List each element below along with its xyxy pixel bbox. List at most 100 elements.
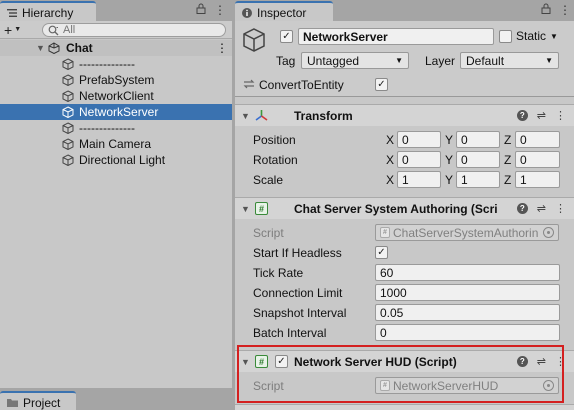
scale-y-input[interactable]: 1: [456, 171, 500, 188]
object-picker-icon[interactable]: [543, 380, 554, 391]
help-icon[interactable]: ?: [516, 110, 528, 121]
scale-label: Scale: [253, 173, 284, 187]
create-button-label: +: [4, 21, 13, 38]
chevron-down-icon: ▼: [545, 56, 553, 65]
scale-x-input[interactable]: 1: [397, 171, 441, 188]
hierarchy-item-label: --------------: [79, 57, 135, 71]
connection-limit-input[interactable]: 1000: [375, 284, 560, 301]
object-picker-icon[interactable]: [543, 227, 554, 238]
script-file-icon: #: [380, 227, 390, 238]
hierarchy-item[interactable]: NetworkServer: [0, 104, 232, 120]
axis-label-y[interactable]: Y: [445, 133, 453, 147]
active-checkbox[interactable]: ✓: [280, 30, 293, 43]
kebab-menu-icon[interactable]: ⋮: [555, 109, 566, 122]
hierarchy-item[interactable]: NetworkClient: [0, 88, 232, 104]
tag-value: Untagged: [307, 53, 360, 68]
project-tab[interactable]: Project: [0, 391, 76, 410]
hierarchy-search[interactable]: [42, 23, 226, 37]
snapshot-interval-input[interactable]: 0.05: [375, 304, 560, 321]
static-label: Static: [516, 29, 547, 43]
tick-rate-input[interactable]: 60: [375, 264, 560, 281]
rotation-z-input[interactable]: 0: [515, 151, 560, 168]
axis-label-x[interactable]: X: [386, 173, 394, 187]
tag-dropdown[interactable]: Untagged ▼: [301, 52, 409, 69]
chevron-down-icon[interactable]: ▼: [550, 32, 558, 41]
scale-z-input[interactable]: 1: [515, 171, 560, 188]
server-hud-title: Network Server HUD (Script): [294, 354, 457, 369]
search-input[interactable]: [63, 24, 213, 36]
chat-server-script-field: # ChatServerSystemAuthorin: [375, 224, 559, 241]
chat-server-header[interactable]: ▼ # Chat Server System Authoring (Scri ?…: [235, 197, 574, 219]
transform-header[interactable]: ▼ Transform ? ⇌ ⋮: [235, 104, 574, 126]
hierarchy-item-label: NetworkServer: [79, 105, 159, 119]
kebab-menu-icon[interactable]: ⋮: [214, 3, 226, 17]
layer-dropdown[interactable]: Default ▼: [460, 52, 559, 69]
scene-row-chat[interactable]: ▼ Chat ⋮: [0, 40, 232, 56]
axis-label-z[interactable]: Z: [504, 133, 511, 147]
hierarchy-item-label: NetworkClient: [79, 89, 154, 103]
inspector-tab-label: Inspector: [257, 6, 307, 20]
create-button[interactable]: + ▼: [0, 22, 36, 38]
fold-arrow-icon[interactable]: ▼: [241, 204, 250, 214]
rotation-x-input[interactable]: 0: [397, 151, 441, 168]
tick-rate-label: Tick Rate: [253, 266, 304, 280]
hierarchy-item[interactable]: PrefabSystem: [0, 72, 232, 88]
connection-limit-label: Connection Limit: [253, 286, 343, 300]
axis-label-z[interactable]: Z: [504, 153, 511, 167]
gameobject-cube-icon: [243, 28, 265, 52]
inspector-tab[interactable]: Inspector: [235, 1, 333, 21]
fold-arrow-icon[interactable]: ▼: [241, 357, 250, 367]
hierarchy-panel: Hierarchy ⋮ + ▼ ▼ Chat ⋮ -------------- P…: [0, 0, 232, 388]
gameobject-cube-icon: [62, 74, 74, 86]
script-label: Script: [253, 226, 284, 240]
kebab-menu-icon[interactable]: ⋮: [555, 202, 566, 215]
position-z-input[interactable]: 0: [515, 131, 560, 148]
hierarchy-item[interactable]: --------------: [0, 56, 232, 72]
help-icon[interactable]: ?: [516, 203, 528, 214]
hierarchy-item[interactable]: --------------: [0, 120, 232, 136]
transform-title: Transform: [294, 108, 353, 123]
start-headless-label: Start If Headless: [253, 246, 342, 260]
rotation-y-input[interactable]: 0: [456, 151, 500, 168]
preset-sliders-icon[interactable]: ⇌: [537, 355, 546, 368]
folder-icon: [7, 399, 18, 407]
transform-axes-icon: [255, 110, 268, 121]
hierarchy-tab[interactable]: Hierarchy: [0, 1, 96, 21]
inspector-panel: Inspector ⋮ ✓ NetworkServer Static ▼ Tag…: [235, 0, 574, 410]
scene-kebab-icon[interactable]: ⋮: [216, 41, 228, 55]
axis-label-x[interactable]: X: [386, 133, 394, 147]
hierarchy-item[interactable]: Main Camera: [0, 136, 232, 152]
axis-label-z[interactable]: Z: [504, 173, 511, 187]
hierarchy-item[interactable]: Directional Light: [0, 152, 232, 168]
kebab-menu-icon[interactable]: ⋮: [555, 355, 566, 368]
convert-to-entity-checkbox[interactable]: ✓: [375, 78, 388, 91]
tag-label: Tag: [276, 54, 296, 68]
help-icon[interactable]: ?: [516, 356, 528, 367]
expand-arrow-icon[interactable]: ▼: [36, 43, 45, 53]
server-hud-enabled-checkbox[interactable]: ✓: [275, 355, 288, 368]
script-hash-icon: #: [255, 202, 268, 215]
batch-interval-input[interactable]: 0: [375, 324, 560, 341]
gameobject-cube-icon: [62, 122, 74, 134]
hierarchy-toolbar: + ▼: [0, 21, 232, 39]
static-toggle[interactable]: Static ▼: [499, 29, 558, 43]
axis-label-x[interactable]: X: [386, 153, 394, 167]
kebab-menu-icon[interactable]: ⋮: [559, 3, 571, 17]
lock-icon[interactable]: [196, 3, 206, 17]
preset-sliders-icon[interactable]: ⇌: [537, 202, 546, 215]
server-hud-header[interactable]: ▼ # ✓ Network Server HUD (Script) ? ⇌ ⋮: [235, 350, 574, 372]
position-y-input[interactable]: 0: [456, 131, 500, 148]
preset-sliders-icon[interactable]: ⇌: [537, 109, 546, 122]
axis-label-y[interactable]: Y: [445, 173, 453, 187]
axis-label-y[interactable]: Y: [445, 153, 453, 167]
lock-icon[interactable]: [541, 3, 551, 17]
object-name-field[interactable]: NetworkServer: [298, 28, 494, 45]
position-label: Position: [253, 133, 296, 147]
position-x-input[interactable]: 0: [397, 131, 441, 148]
fold-arrow-icon[interactable]: ▼: [241, 111, 250, 121]
static-checkbox[interactable]: [499, 29, 512, 43]
snapshot-interval-label: Snapshot Interval: [253, 306, 347, 320]
hierarchy-item-label: Main Camera: [79, 137, 152, 151]
start-headless-checkbox[interactable]: ✓: [375, 246, 388, 259]
script-label: Script: [253, 379, 284, 393]
